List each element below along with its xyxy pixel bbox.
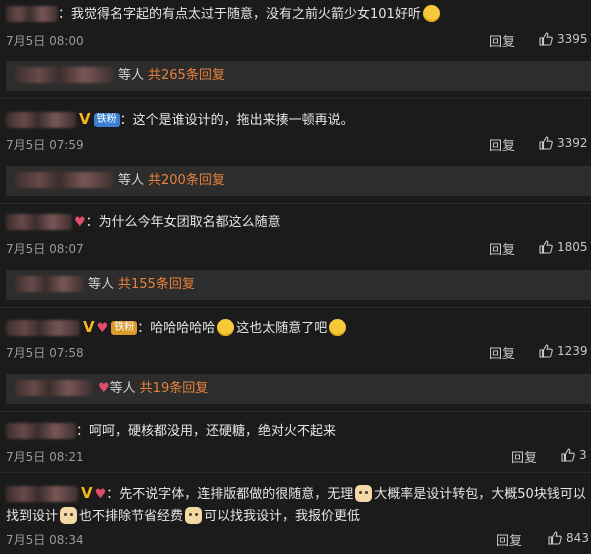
divider	[0, 472, 591, 473]
comment-text: 可以找我设计，我报价更低	[204, 509, 361, 524]
grin-emoji	[422, 5, 440, 22]
comment-text: ：先不说字体，连排版都做的很随意，无理	[106, 487, 354, 502]
comment-text: ：哈哈哈哈哈	[137, 321, 216, 336]
like-count: 3	[579, 448, 587, 462]
comment-body: V ♥：先不说字体，连排版都做的很随意，无理 大概率是设计转包，大概50块钱可以找到…	[6, 482, 586, 528]
timestamp: 7月5日 08:34	[6, 533, 84, 547]
like-count: 1239	[557, 344, 588, 358]
vip-v-icon: V	[81, 484, 93, 502]
like-count: 843	[566, 531, 589, 545]
vip-v-icon: V	[79, 110, 91, 128]
sub-reply-count[interactable]: 共265条回复	[148, 68, 225, 83]
reply-button[interactable]: 回复	[489, 135, 515, 154]
divider	[0, 203, 591, 204]
like-button[interactable]: 1805	[539, 240, 588, 254]
heart-badge-icon: ♥	[74, 215, 86, 230]
sub-reply-suffix: 等人	[88, 277, 115, 292]
sub-reply-suffix: 等人	[118, 173, 145, 188]
comment-text: ：我觉得名字起的有点太过于随意，没有之前火箭少女101好听	[58, 7, 421, 22]
reply-button[interactable]: 回复	[511, 447, 537, 466]
username-blurred[interactable]	[6, 423, 76, 439]
sub-replies-bar[interactable]: 等人 共155条回复	[6, 270, 591, 300]
comment-text: 大概率是设计转包，大概50块钱	[374, 487, 560, 502]
thumbs-up-icon	[539, 136, 553, 150]
sub-username-blurred	[14, 276, 84, 292]
doge-emoji	[185, 507, 203, 524]
like-button[interactable]: 3395	[539, 32, 588, 46]
sub-reply-count[interactable]: 共19条回复	[140, 381, 209, 396]
fan-badge: 铁粉	[93, 113, 120, 127]
like-button[interactable]: 3	[561, 448, 587, 462]
timestamp: 7月5日 07:58	[6, 346, 84, 360]
thumbs-up-icon	[539, 32, 553, 46]
comment-text: 这也太随意了吧	[236, 321, 328, 336]
sub-username-blurred	[14, 67, 114, 83]
comment-text: ：呵呵，硬核都没用，还硬糖，绝对火不起来	[76, 424, 337, 439]
sub-reply-count[interactable]: 共200条回复	[148, 173, 225, 188]
username-blurred[interactable]	[6, 214, 72, 230]
comment-text: 也不排除节省经费	[79, 509, 184, 524]
heart-badge-icon: ♥	[94, 487, 107, 502]
heart-badge-icon: ♥	[98, 381, 110, 396]
heart-badge-icon: ♥	[96, 321, 109, 336]
fan-badge: 铁粉	[111, 321, 138, 335]
divider	[0, 98, 591, 99]
laugh-emoji	[217, 319, 235, 336]
like-count: 1805	[557, 240, 588, 254]
sub-replies-bar[interactable]: 等人 共200条回复	[6, 166, 591, 196]
comment-text: ：这个是谁设计的，拖出来揍一顿再说。	[119, 113, 354, 128]
divider	[0, 307, 591, 308]
timestamp: 7月5日 08:00	[6, 34, 84, 48]
reply-button[interactable]: 回复	[489, 343, 515, 362]
comment-body: V ♥ 铁粉 ：哈哈哈哈哈 这也太随意了吧	[6, 318, 348, 338]
thumbs-up-icon	[548, 531, 562, 545]
doge-emoji	[355, 485, 373, 502]
timestamp: 7月5日 08:21	[6, 450, 84, 464]
sub-replies-bar[interactable]: 等人 共265条回复	[6, 61, 591, 91]
divider	[0, 411, 591, 412]
timestamp: 7月5日 07:59	[6, 138, 84, 152]
like-count: 3392	[557, 136, 588, 150]
like-button[interactable]: 1239	[539, 344, 588, 358]
reply-button[interactable]: 回复	[496, 530, 522, 549]
username-blurred[interactable]	[6, 112, 76, 128]
sub-username-blurred	[14, 172, 114, 188]
reply-button[interactable]: 回复	[489, 31, 515, 50]
sub-username-blurred	[14, 380, 92, 396]
doge-emoji	[60, 507, 78, 524]
vip-v-icon: V	[83, 318, 95, 336]
thumbs-up-icon	[539, 344, 553, 358]
thumbs-up-icon	[561, 448, 575, 462]
sub-reply-suffix: 等人	[118, 68, 145, 83]
timestamp: 7月5日 08:07	[6, 242, 84, 256]
username-blurred[interactable]	[6, 6, 58, 22]
comment-body: ♥：为什么今年女团取名都这么随意	[6, 214, 281, 232]
sub-replies-bar[interactable]: ♥等人 共19条回复	[6, 374, 591, 404]
username-blurred[interactable]	[6, 486, 78, 502]
comment-body: ：我觉得名字起的有点太过于随意，没有之前火箭少女101好听	[6, 5, 442, 24]
like-count: 3395	[557, 32, 588, 46]
username-blurred[interactable]	[6, 320, 80, 336]
comment-text: ：为什么今年女团取名都这么随意	[85, 215, 281, 230]
like-button[interactable]: 843	[548, 531, 589, 545]
sub-reply-suffix: 等人	[109, 381, 136, 396]
thumbs-up-icon	[539, 240, 553, 254]
comment-body: ：呵呵，硬核都没用，还硬糖，绝对火不起来	[6, 423, 336, 441]
reply-button[interactable]: 回复	[489, 239, 515, 258]
sub-reply-count[interactable]: 共155条回复	[118, 277, 195, 292]
laugh-emoji	[329, 319, 347, 336]
like-button[interactable]: 3392	[539, 136, 588, 150]
comment-body: V 铁粉 ：这个是谁设计的，拖出来揍一顿再说。	[6, 110, 354, 130]
